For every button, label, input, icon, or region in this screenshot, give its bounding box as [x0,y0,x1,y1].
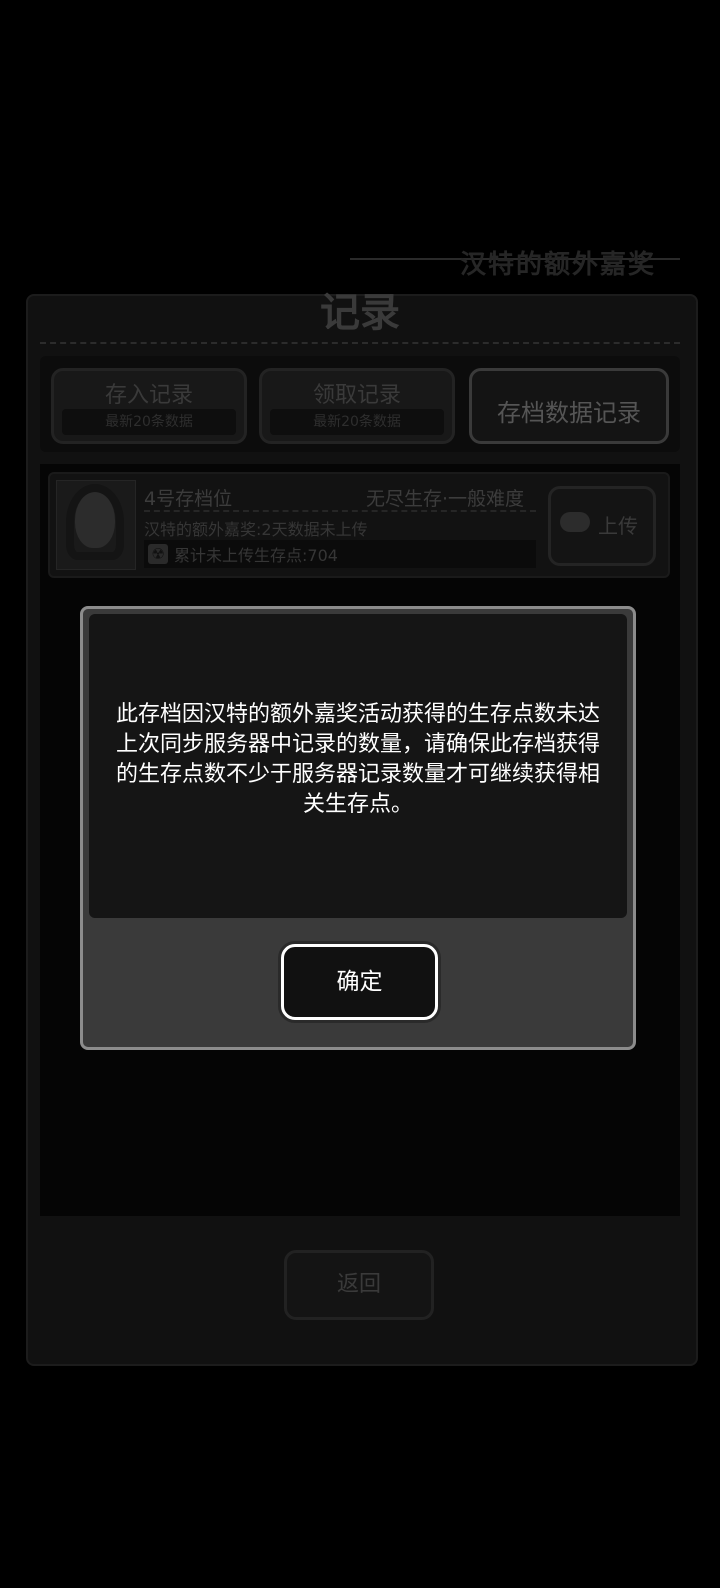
avatar-hair [66,484,124,560]
save-slot-name: 4号存档位 [144,488,233,510]
dialog-message: 此存档因汉特的额外嘉奖活动获得的生存点数未达上次同步服务器中记录的数量，请确保此… [115,702,600,817]
tab-save-data-records[interactable]: 存档数据记录 [469,368,669,444]
tab-label: 存入记录 [104,383,193,408]
game-mode: 无尽生存·一般难度 [366,488,525,510]
event-banner-title: 汉特的额外嘉奖 [460,250,657,280]
tab-label: 存档数据记录 [497,399,641,427]
confirm-button[interactable]: 确定 [281,944,438,1020]
tab-label: 领取记录 [312,383,401,408]
panel-title: 记录 [320,290,400,336]
tab-deposit-records[interactable]: 存入记录 最新20条数据 [51,368,247,444]
unuploaded-points: 累计未上传生存点:704 [174,546,338,565]
upload-button-label: 上传 [598,514,638,538]
back-button[interactable]: 返回 [284,1250,434,1320]
cloud-upload-icon [560,512,590,532]
row-divider [144,510,536,512]
title-divider [40,342,680,344]
tab-sublabel: 最新20条数据 [270,409,444,435]
tab-claim-records[interactable]: 领取记录 最新20条数据 [259,368,455,444]
pending-upload-status: 汉特的额外嘉奖:2天数据未上传 [144,520,368,539]
radiation-icon: ☢ [148,544,168,564]
tab-sublabel: 最新20条数据 [62,409,236,435]
